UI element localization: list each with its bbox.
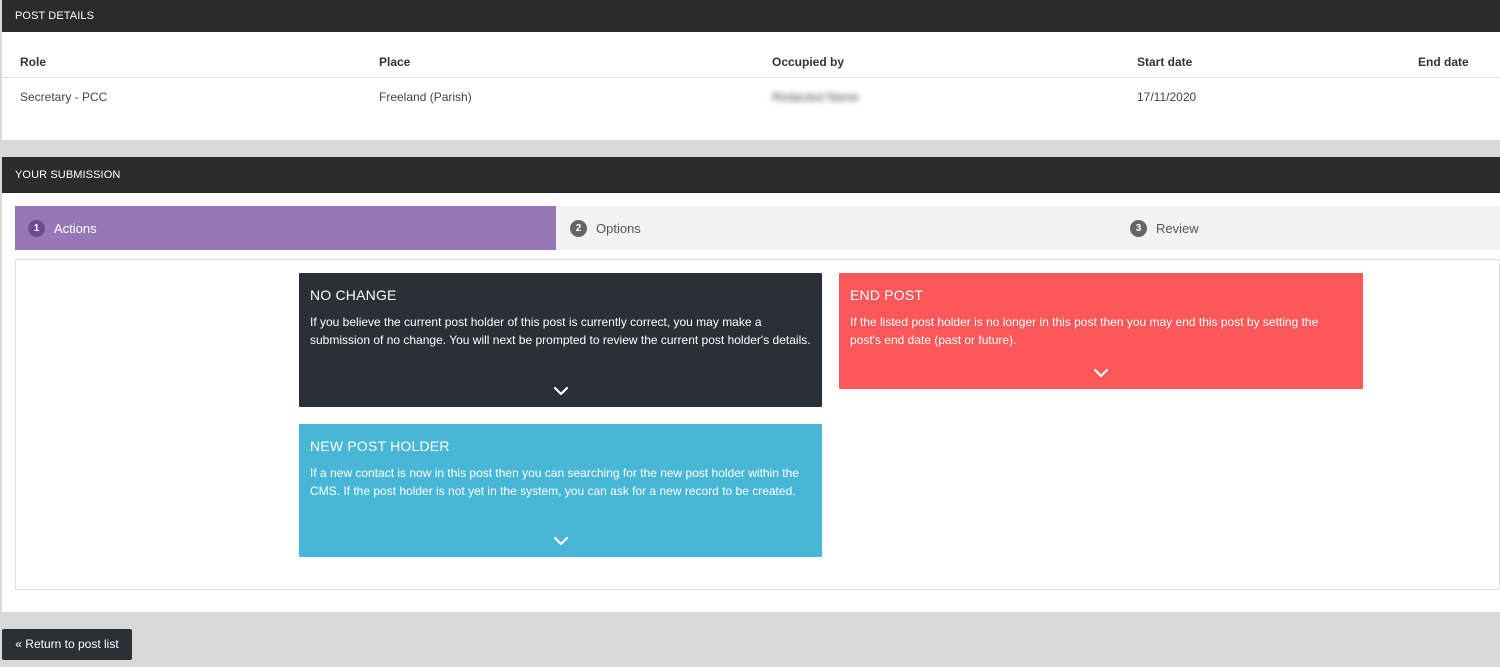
chevron-down-icon[interactable] <box>553 385 569 397</box>
column-header-end-date: End date <box>1418 55 1469 69</box>
step-label: Review <box>1156 220 1199 236</box>
column-header-start-date: Start date <box>1137 55 1193 69</box>
card-title: NEW POST HOLDER <box>310 438 450 454</box>
column-header-place: Place <box>379 55 411 69</box>
table-header-row: Role Place Occupied by Start date End da… <box>2 46 1500 78</box>
step-options[interactable]: 2 Options <box>570 206 641 250</box>
chevron-down-icon[interactable] <box>1093 367 1109 379</box>
card-description: If the listed post holder is no longer i… <box>850 315 1319 347</box>
submission-header: YOUR SUBMISSION <box>2 157 1500 193</box>
table-row: Secretary - PCC Freeland (Parish) Redact… <box>2 78 1500 110</box>
place-value: Freeland (Parish) <box>379 90 472 104</box>
step-actions[interactable]: 1 Actions <box>15 206 556 250</box>
step-review[interactable]: 3 Review <box>1130 206 1199 250</box>
post-details-panel: POST DETAILS Role Place Occupied by Star… <box>2 0 1500 140</box>
post-details-header: POST DETAILS <box>2 0 1500 32</box>
wizard-steps: 1 Actions 2 Options 3 Review <box>15 206 1500 250</box>
column-header-role: Role <box>20 55 47 69</box>
step-number: 2 <box>570 219 587 237</box>
post-details-table: Role Place Occupied by Start date End da… <box>2 46 1500 110</box>
start-date-value: 17/11/2020 <box>1137 90 1197 104</box>
step-label: Actions <box>54 220 97 236</box>
step-number: 1 <box>28 219 45 237</box>
card-title: END POST <box>850 287 924 303</box>
actions-container: NO CHANGE If you believe the current pos… <box>15 259 1500 590</box>
end-post-card[interactable]: END POST If the listed post holder is no… <box>839 273 1363 389</box>
step-label: Options <box>596 220 641 236</box>
card-title: NO CHANGE <box>310 287 397 303</box>
new-post-holder-card[interactable]: NEW POST HOLDER If a new contact is now … <box>299 424 822 557</box>
no-change-card[interactable]: NO CHANGE If you believe the current pos… <box>299 273 822 407</box>
chevron-down-icon[interactable] <box>553 535 569 547</box>
role-value: Secretary - PCC <box>20 90 108 104</box>
card-description: If you believe the current post holder o… <box>310 315 811 347</box>
occupied-by-value: Redacted Name <box>772 90 859 104</box>
column-header-occupied-by: Occupied by <box>772 55 845 69</box>
step-number: 3 <box>1130 219 1147 237</box>
submission-panel: YOUR SUBMISSION 1 Actions 2 Options 3 Re… <box>2 157 1500 612</box>
return-to-post-list-button[interactable]: « Return to post list <box>2 629 132 660</box>
card-description: If a new contact is now in this post the… <box>310 466 799 498</box>
